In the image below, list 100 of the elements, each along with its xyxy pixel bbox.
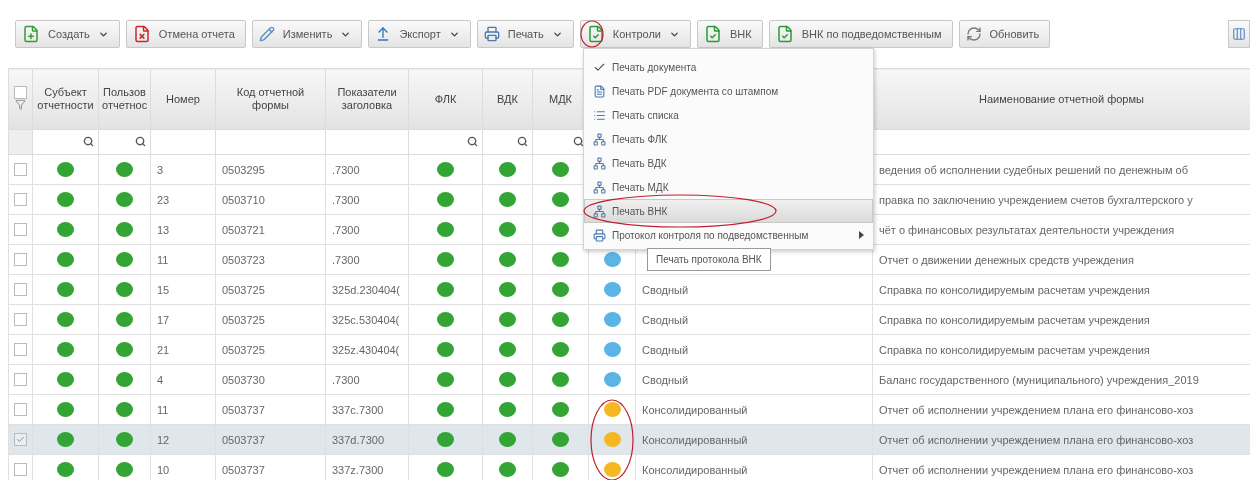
column-header[interactable]: Субъект отчетности: [32, 68, 99, 130]
row-cell[interactable]: [8, 394, 33, 425]
form-name-text: Справка по консолидируемым расчетам учреждения: [879, 313, 1150, 326]
code-text: 0503737: [222, 403, 265, 416]
number-text: 15: [157, 283, 170, 296]
toolbar-button[interactable]: ВНК: [697, 20, 763, 48]
menu-item[interactable]: Протокол контроля по подведомственным: [584, 223, 873, 247]
number-text: 21: [157, 343, 170, 356]
menu-item[interactable]: Печать ФЛК: [584, 127, 873, 151]
form-name-text: Отчет об исполнении учреждением плана его финансово-хоз: [879, 403, 1194, 416]
menu-item[interactable]: Печать МДК: [584, 175, 873, 199]
filter-field[interactable]: [872, 129, 1250, 155]
row-cell[interactable]: [8, 304, 33, 335]
form-name-text: ведения об исполнении судебных решений по денежным об: [879, 163, 1188, 176]
checkbox[interactable]: [14, 403, 27, 417]
row-cell[interactable]: [8, 424, 33, 455]
form-name-text: чёт о финансовых результатах деятельности учреждения: [879, 223, 1175, 236]
checkbox[interactable]: [14, 283, 27, 297]
indicator-text: 337z.7300: [332, 463, 384, 476]
number-text: 12: [157, 433, 170, 446]
row-cell[interactable]: [8, 244, 33, 275]
column-header[interactable]: Показатели заголовка: [325, 68, 409, 130]
toolbar-button[interactable]: ВНК по подведомственным: [768, 20, 953, 48]
number-text: 3: [157, 163, 164, 176]
row-cell[interactable]: [8, 184, 33, 215]
checkbox[interactable]: [14, 85, 27, 99]
toolbar-button[interactable]: Экспорт: [368, 20, 471, 48]
checkbox[interactable]: [14, 163, 27, 177]
search-icon: [83, 135, 94, 147]
row-cell[interactable]: [8, 364, 33, 395]
indicator-text: .7300: [332, 373, 360, 386]
toolbar-button[interactable]: Создать: [15, 20, 120, 48]
columns-icon: [1232, 27, 1246, 41]
indicator-text: 337d.7300: [332, 433, 384, 446]
code-text: 0503725: [222, 343, 265, 356]
row-cell[interactable]: [8, 214, 33, 245]
checkbox[interactable]: [14, 433, 27, 447]
indicator-text: .7300: [332, 163, 360, 176]
type-text: Консолидированный: [642, 433, 748, 446]
toolbar-button[interactable]: Отмена отчета: [125, 20, 246, 48]
checkbox[interactable]: [14, 253, 27, 267]
file-x-icon: [132, 25, 151, 43]
column-header[interactable]: ФЛК: [408, 68, 483, 130]
type-text: Консолидированный: [642, 463, 748, 476]
column-header[interactable]: Код отчетной формы: [215, 68, 326, 130]
code-text: 0503725: [222, 283, 265, 296]
form-name-text: Отчет о движении денежных средств учреждения: [879, 253, 1134, 266]
checkbox[interactable]: [14, 313, 27, 327]
search-icon: [517, 135, 528, 147]
file-check-icon: [704, 25, 722, 43]
column-header[interactable]: Пользов отчетнос: [98, 68, 151, 130]
network-icon: [593, 204, 606, 218]
type-text: Сводный: [642, 283, 689, 296]
code-text: 0503710: [222, 193, 265, 206]
columns-button[interactable]: [1228, 20, 1250, 48]
search-icon: [573, 135, 584, 147]
toolbar-button[interactable]: Печать: [476, 20, 574, 48]
menu-item[interactable]: Печать ВНК: [584, 199, 873, 223]
network-icon: [593, 132, 606, 146]
column-header[interactable]: ВДК: [482, 68, 533, 130]
toolbar-button[interactable]: Изменить: [251, 20, 363, 48]
code-text: 0503295: [222, 163, 265, 176]
code-text: 0503737: [222, 463, 265, 476]
checkbox[interactable]: [14, 343, 27, 357]
number-text: 10: [157, 463, 170, 476]
number-text: 4: [157, 373, 164, 386]
filter-field[interactable]: [215, 129, 326, 155]
toolbar-button[interactable]: Контроли: [579, 20, 691, 48]
type-text: Консолидированный: [642, 403, 748, 416]
form-name-text: правка по заключению учреждением счетов бухгалтерского у: [879, 193, 1193, 206]
checkbox[interactable]: [14, 373, 27, 387]
checkbox[interactable]: [14, 193, 27, 207]
column-header[interactable]: Номер: [150, 68, 216, 130]
checkbox[interactable]: [14, 223, 27, 237]
row-cell[interactable]: [8, 154, 33, 185]
network-icon: [593, 156, 606, 170]
file-check-icon: [775, 25, 794, 43]
list-icon: [593, 108, 606, 122]
file-check-icon: [586, 25, 605, 43]
checkbox[interactable]: [14, 463, 27, 477]
tooltip: Печать протокола ВНК: [647, 248, 771, 271]
code-text: 0503730: [222, 373, 265, 386]
number-text: 13: [157, 223, 170, 236]
check-icon: [16, 435, 25, 445]
indicator-text: 325z.430404(: [332, 343, 400, 356]
menu-item[interactable]: Печать ВДК: [584, 151, 873, 175]
filter-field[interactable]: [325, 129, 409, 155]
form-name-text: Справка по консолидируемым расчетам учреждения: [879, 343, 1150, 356]
row-cell[interactable]: [8, 334, 33, 365]
indicator-text: 325d.230404(: [332, 283, 400, 296]
indicator-text: 325c.530404(: [332, 313, 400, 326]
document-icon: [593, 84, 606, 98]
refresh-icon: [965, 26, 982, 42]
column-header[interactable]: Наименование отчетной формы: [872, 68, 1250, 130]
indicator-text: .7300: [332, 253, 360, 266]
row-cell[interactable]: [8, 454, 33, 480]
network-icon: [593, 180, 606, 194]
toolbar-button[interactable]: Обновить: [958, 20, 1051, 48]
type-text: Сводный: [642, 373, 689, 386]
row-cell[interactable]: [8, 274, 33, 305]
